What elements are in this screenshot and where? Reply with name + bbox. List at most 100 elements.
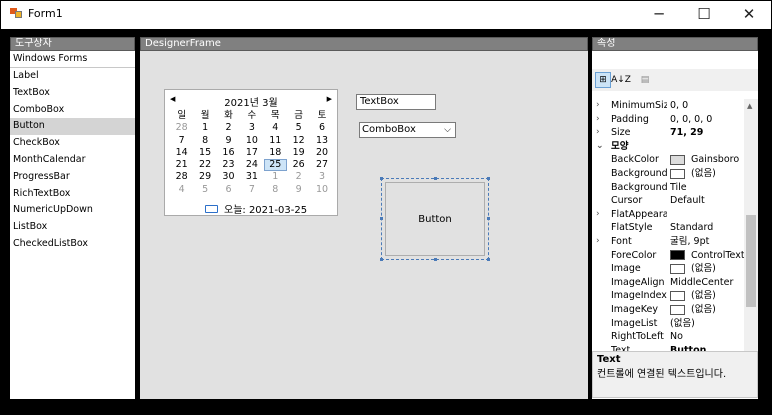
calendar-day[interactable]: 24: [240, 159, 263, 171]
resize-handle[interactable]: [380, 258, 383, 261]
calendar-day[interactable]: 5: [287, 122, 310, 134]
toolbox-item[interactable]: NumericUpDown: [10, 202, 135, 219]
calendar-day[interactable]: 23: [217, 159, 240, 171]
calendar-day[interactable]: 13: [310, 135, 333, 147]
expand-icon[interactable]: ›: [596, 126, 606, 140]
calendar-day[interactable]: 8: [264, 184, 287, 196]
calendar-day[interactable]: 30: [217, 171, 240, 183]
property-row[interactable]: › FlatAppearance: [592, 208, 744, 222]
toolbox-item[interactable]: TextBox: [10, 85, 135, 102]
property-row[interactable]: › Padding 0, 0, 0, 0: [592, 113, 744, 127]
expand-icon[interactable]: ›: [596, 99, 606, 113]
resize-handle[interactable]: [434, 258, 437, 261]
property-pages-icon[interactable]: ▤: [637, 72, 653, 88]
expand-icon[interactable]: ›: [596, 113, 606, 127]
scrollbar-thumb[interactable]: [746, 215, 756, 307]
month-calendar[interactable]: ◀ 2021년 3월 ▶ 일 월 화 수 목 금 토 28 1 2 3 4 5 6 7 8 9 10 11 12 13 1…: [164, 89, 338, 216]
selection-frame[interactable]: Button: [380, 177, 490, 261]
calendar-day[interactable]: 27: [310, 159, 333, 171]
resize-handle[interactable]: [487, 258, 490, 261]
property-value[interactable]: Gainsboro: [670, 153, 744, 167]
property-row[interactable]: FlatStyle Standard: [592, 221, 744, 235]
calendar-day[interactable]: 2: [217, 122, 240, 134]
property-row[interactable]: › MinimumSize0, 0: [592, 99, 744, 113]
scroll-up-icon[interactable]: ▲: [747, 102, 752, 110]
calendar-day[interactable]: 8: [193, 135, 216, 147]
toolbox-item[interactable]: ProgressBar: [10, 169, 135, 186]
property-value[interactable]: (없음): [670, 167, 744, 181]
property-value[interactable]: 굴림, 9pt: [670, 235, 744, 249]
expand-icon[interactable]: ›: [596, 208, 606, 222]
calendar-day[interactable]: 17: [240, 147, 263, 159]
calendar-day[interactable]: 3: [240, 122, 263, 134]
toolbox-item[interactable]: CheckBox: [10, 135, 135, 152]
calendar-day[interactable]: 6: [217, 184, 240, 196]
maximize-button[interactable]: ☐: [682, 1, 726, 27]
property-row[interactable]: ImageList (없음): [592, 317, 744, 331]
calendar-day[interactable]: 14: [170, 147, 193, 159]
calendar-day[interactable]: 6: [310, 122, 333, 134]
toolbox-item[interactable]: ComboBox: [10, 102, 135, 119]
resize-handle[interactable]: [380, 217, 383, 220]
calendar-day[interactable]: 4: [170, 184, 193, 196]
property-row[interactable]: ForeColor ControlText: [592, 249, 744, 263]
designer-textbox[interactable]: TextBox: [356, 94, 436, 110]
property-row[interactable]: ImageIndex (없음): [592, 289, 744, 303]
close-button[interactable]: ✕: [727, 1, 771, 27]
property-value[interactable]: No: [670, 330, 744, 344]
property-value[interactable]: (없음): [670, 317, 744, 331]
property-value[interactable]: 0, 0, 0, 0: [670, 113, 744, 127]
alphabetical-sort-icon[interactable]: A↓Z: [611, 72, 631, 88]
calendar-day[interactable]: 7: [170, 135, 193, 147]
title-bar[interactable]: Form1 ─ ☐ ✕: [1, 1, 771, 27]
property-row[interactable]: › Size 71, 29: [592, 126, 744, 140]
property-value[interactable]: 0, 0: [670, 99, 744, 113]
property-row[interactable]: BackColor Gainsboro: [592, 153, 744, 167]
designer-frame[interactable]: ◀ 2021년 3월 ▶ 일 월 화 수 목 금 토 28 1 2 3 4 5 6 7 8 9 10 11 12 13 1…: [140, 51, 588, 399]
property-value[interactable]: Default: [670, 194, 744, 208]
property-value[interactable]: (없음): [670, 289, 744, 303]
calendar-day[interactable]: 21: [170, 159, 193, 171]
calendar-day[interactable]: 16: [217, 147, 240, 159]
property-row[interactable]: BackgroundImage (없음): [592, 167, 744, 181]
property-row[interactable]: ImageAlign MiddleCenter: [592, 276, 744, 290]
calendar-day[interactable]: 19: [287, 147, 310, 159]
calendar-day[interactable]: 10: [310, 184, 333, 196]
calendar-day[interactable]: 31: [240, 171, 263, 183]
toolbox-item[interactable]: Button: [10, 118, 135, 136]
property-row[interactable]: ImageKey (없음): [592, 303, 744, 317]
resize-handle[interactable]: [487, 177, 490, 180]
property-row[interactable]: RightToLeft No: [592, 330, 744, 344]
property-value[interactable]: Standard: [670, 221, 744, 235]
toolbox-item[interactable]: ListBox: [10, 219, 135, 236]
property-row[interactable]: Cursor Default: [592, 194, 744, 208]
calendar-day[interactable]: 10: [240, 135, 263, 147]
resize-handle[interactable]: [434, 177, 437, 180]
calendar-day[interactable]: 2: [287, 171, 310, 183]
property-value[interactable]: ControlText: [670, 249, 744, 263]
resize-handle[interactable]: [380, 177, 383, 180]
designer-button[interactable]: Button: [385, 182, 485, 256]
property-value[interactable]: MiddleCenter: [670, 276, 744, 290]
toolbox-section-title[interactable]: Windows Forms: [10, 51, 135, 68]
resize-handle[interactable]: [487, 217, 490, 220]
calendar-day[interactable]: 22: [193, 159, 216, 171]
collapse-icon[interactable]: ⌄: [596, 140, 606, 154]
calendar-day[interactable]: 1: [193, 122, 216, 134]
chevron-down-icon[interactable]: ⌵: [444, 123, 451, 137]
calendar-day[interactable]: 20: [310, 147, 333, 159]
calendar-day[interactable]: 4: [264, 122, 287, 134]
property-value[interactable]: (없음): [670, 303, 744, 317]
next-month-icon[interactable]: ▶: [327, 95, 332, 103]
property-category[interactable]: ⌄ 모양: [592, 140, 744, 154]
calendar-day[interactable]: 7: [240, 184, 263, 196]
calendar-day[interactable]: 1: [264, 171, 287, 183]
property-row[interactable]: › Font 굴림, 9pt: [592, 235, 744, 249]
calendar-day[interactable]: 28: [170, 171, 193, 183]
calendar-day[interactable]: 28: [170, 122, 193, 134]
calendar-day[interactable]: 12: [287, 135, 310, 147]
calendar-day[interactable]: 26: [287, 159, 310, 171]
toolbox-item[interactable]: RichTextBox: [10, 186, 135, 203]
expand-icon[interactable]: ›: [596, 235, 606, 249]
calendar-today[interactable]: 오늘: 2021-03-25: [205, 201, 307, 216]
